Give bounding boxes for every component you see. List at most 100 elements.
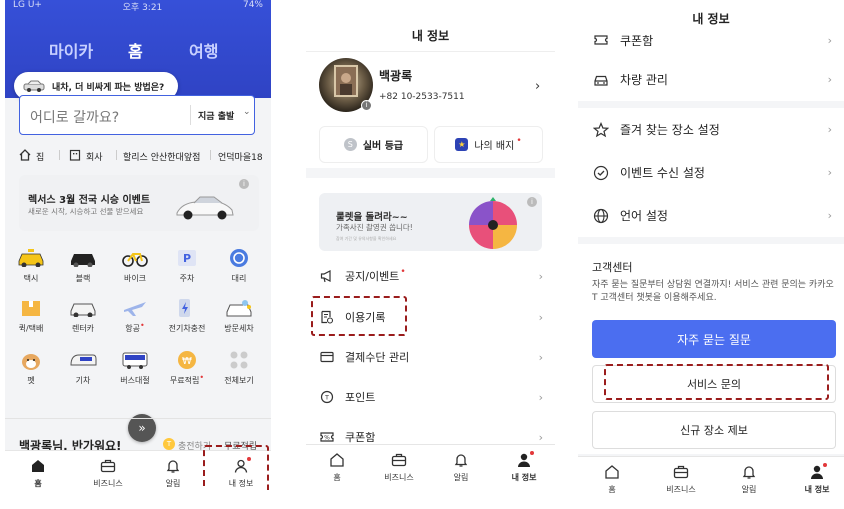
chevron-right-icon[interactable]: › bbox=[535, 79, 540, 94]
service-car-wash[interactable]: 방문세차 bbox=[217, 297, 261, 334]
service-taxi[interactable]: 택시 bbox=[9, 247, 53, 284]
menu-favorite-places[interactable]: 즐겨 찾는 장소 설정 › bbox=[578, 108, 844, 151]
nav-home[interactable]: 홈 bbox=[13, 457, 63, 489]
bottom-nav: 홈 비즈니스 알림 내 정보 bbox=[306, 444, 555, 490]
nav-alerts[interactable]: 알림 bbox=[724, 463, 774, 495]
nav-business[interactable]: 비즈니스 bbox=[656, 463, 706, 495]
place-report-button[interactable]: 신규 장소 제보 bbox=[592, 411, 836, 449]
service-label: 전기차충전 bbox=[168, 324, 206, 333]
box-icon bbox=[9, 297, 53, 319]
nav-label: 알림 bbox=[165, 479, 181, 488]
home-icon bbox=[312, 451, 362, 469]
place-hill-village[interactable]: 언덕마을18 bbox=[218, 150, 263, 163]
faq-button[interactable]: 자주 묻는 질문 bbox=[592, 320, 836, 358]
nav-home[interactable]: 홈 bbox=[312, 451, 362, 483]
nav-alerts[interactable]: 알림 bbox=[436, 451, 486, 483]
lexus-banner[interactable]: 렉서스 3월 전국 시승 이벤트 새로운 시작, 시승하고 선물 받으세요 i bbox=[19, 175, 259, 231]
chevron-right-icon: › bbox=[827, 209, 832, 222]
service-coin[interactable]: ₩ 무료적립• bbox=[165, 349, 209, 386]
car-wash-icon bbox=[217, 297, 261, 319]
bell-icon bbox=[436, 451, 486, 469]
nav-my-info[interactable]: 내 정보 bbox=[792, 463, 842, 495]
service-label: 무료적립 bbox=[169, 376, 200, 385]
menu-payment-methods[interactable]: 결제수단 관리 › bbox=[306, 337, 555, 377]
home-icon bbox=[13, 457, 63, 475]
service-label: 렌터카 bbox=[71, 324, 95, 333]
menu-label: 즐겨 찾는 장소 설정 bbox=[620, 123, 720, 137]
megaphone-icon bbox=[319, 269, 335, 283]
place-home[interactable]: 집 bbox=[36, 150, 44, 163]
info-icon[interactable]: i bbox=[239, 179, 249, 189]
info-icon[interactable]: i bbox=[361, 100, 372, 111]
nav-label: 내 정보 bbox=[804, 485, 830, 494]
place-office[interactable]: 회사 bbox=[86, 150, 103, 163]
chevron-down-icon: ⌄ bbox=[243, 107, 251, 117]
page-title: 내 정보 bbox=[411, 29, 450, 43]
tab-home[interactable]: 홈 bbox=[128, 38, 143, 62]
service-grid[interactable]: 전체보기 bbox=[217, 349, 261, 386]
bell-icon bbox=[148, 457, 198, 475]
service-label: 퀵/택배 bbox=[18, 324, 44, 333]
menu-points[interactable]: T 포인트 › bbox=[306, 377, 555, 417]
badge-button[interactable]: ★ 나의 배지 • bbox=[434, 126, 543, 163]
roulette-title: 룰렛을 돌려라~~ bbox=[336, 212, 408, 223]
menu-language-settings[interactable]: 언어 설정 › bbox=[578, 194, 844, 237]
chevron-right-icon: › bbox=[538, 430, 543, 444]
nav-alerts[interactable]: 알림 bbox=[148, 457, 198, 489]
nav-label: 알림 bbox=[741, 485, 757, 494]
tab-mycar[interactable]: 마이카 bbox=[49, 38, 93, 62]
cs-description: 자주 묻는 질문부터 상담원 연결까지! 서비스 관련 문의는 카카오 T 고객… bbox=[592, 280, 834, 303]
menu-vehicle-management[interactable]: 차량 관리 › bbox=[578, 58, 844, 101]
nav-label: 홈 bbox=[34, 479, 42, 488]
grade-button[interactable]: S 실버 등급 bbox=[319, 126, 428, 163]
destination-search[interactable]: 어디로 갈까요? 지금 출발 ⌄ bbox=[19, 95, 255, 135]
roulette-banner[interactable]: 룰렛을 돌려라~~ 가족사진 촬영권 쏩니다! 참여 기간 및 유의사항을 확인… bbox=[319, 193, 542, 251]
info-icon[interactable]: i bbox=[527, 197, 537, 207]
bike-icon bbox=[113, 247, 157, 269]
menu-event-subscription[interactable]: 이벤트 수신 설정 › bbox=[578, 151, 844, 194]
nav-label: 비즈니스 bbox=[93, 479, 123, 488]
nav-business[interactable]: 비즈니스 bbox=[374, 451, 424, 483]
badge-label: 나의 배지 bbox=[474, 141, 515, 152]
chevron-right-icon: › bbox=[827, 33, 832, 47]
nav-my-info[interactable]: 내 정보 bbox=[499, 451, 549, 483]
pet-icon bbox=[9, 349, 53, 371]
service-label: 바이크 bbox=[123, 274, 147, 283]
chevron-right-icon: › bbox=[827, 166, 832, 179]
banner-title: 렉서스 3월 전국 시승 이벤트 bbox=[28, 195, 151, 206]
depart-time[interactable]: 지금 출발 bbox=[198, 109, 234, 122]
grid-icon bbox=[217, 349, 261, 371]
service-rental-car[interactable]: 렌터카 bbox=[61, 297, 105, 334]
service-label: 택시 bbox=[23, 274, 39, 283]
service-label: 버스대절 bbox=[120, 376, 150, 385]
service-driver[interactable]: 대리 bbox=[217, 247, 261, 284]
service-plane[interactable]: 항공• bbox=[113, 297, 157, 334]
service-parking[interactable]: P 주차 bbox=[165, 247, 209, 284]
roulette-wheel-icon bbox=[467, 197, 523, 257]
nav-label: 비즈니스 bbox=[666, 485, 696, 494]
service-pet[interactable]: 펫 bbox=[9, 349, 53, 386]
nav-business[interactable]: 비즈니스 bbox=[83, 457, 133, 489]
menu-notice-events[interactable]: 공지/이벤트 • › bbox=[306, 256, 555, 296]
nav-label: 비즈니스 bbox=[384, 473, 414, 482]
battery: 74% bbox=[242, 0, 263, 10]
home-icon bbox=[19, 149, 31, 164]
service-bus[interactable]: 버스대절 bbox=[113, 349, 157, 386]
tab-travel[interactable]: 여행 bbox=[189, 38, 218, 62]
menu-label: 결제수단 관리 bbox=[345, 351, 410, 364]
service-black-car[interactable]: 블랙 bbox=[61, 247, 105, 284]
black-car-icon bbox=[61, 247, 105, 269]
svg-text:P: P bbox=[183, 252, 191, 265]
service-train[interactable]: 기차 bbox=[61, 349, 105, 386]
driver-icon bbox=[217, 247, 261, 269]
nav-home[interactable]: 홈 bbox=[587, 463, 637, 495]
coupon-icon bbox=[592, 33, 610, 47]
nav-label: 내 정보 bbox=[511, 473, 537, 482]
service-box[interactable]: 퀵/택배 bbox=[9, 297, 53, 334]
service-ev-charge[interactable]: 전기차충전 bbox=[165, 297, 209, 334]
plane-icon bbox=[113, 297, 157, 319]
service-label: 항공 bbox=[125, 324, 140, 333]
place-hollys[interactable]: 할리스 안산한대앞점 bbox=[123, 150, 200, 163]
service-bike[interactable]: 바이크 bbox=[113, 247, 157, 284]
banner-subtitle: 새로운 시작, 시승하고 선물 받으세요 bbox=[28, 207, 144, 216]
